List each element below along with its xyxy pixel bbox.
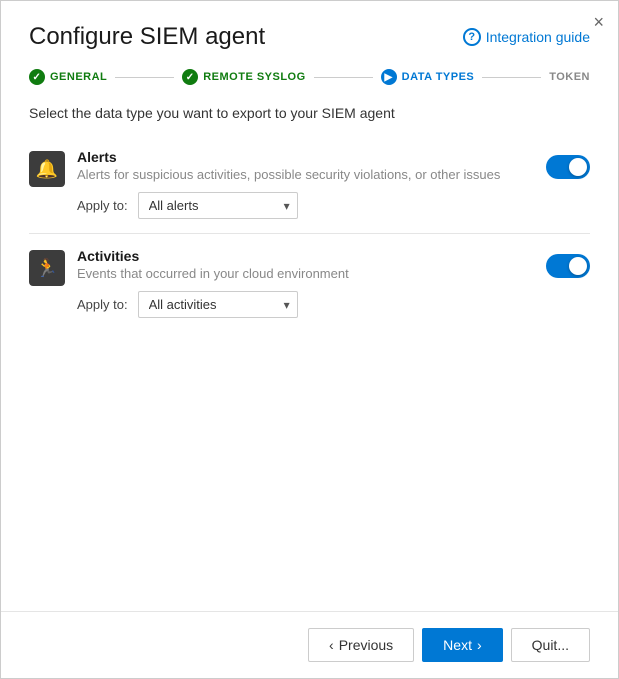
integration-guide-link[interactable]: ? Integration guide xyxy=(463,28,590,46)
step-token: TOKEN xyxy=(549,71,590,83)
alerts-apply-row: Apply to: All alerts High severity Mediu… xyxy=(77,192,534,219)
configure-siem-dialog: × Configure SIEM agent ? Integration gui… xyxy=(0,0,619,679)
step-line-1 xyxy=(115,77,174,78)
alerts-select-wrapper: All alerts High severity Medium severity… xyxy=(138,192,298,219)
next-button[interactable]: Next › xyxy=(422,628,502,662)
activities-toggle[interactable] xyxy=(546,254,590,278)
activities-name: Activities xyxy=(77,248,534,264)
step-data-types-label: DATA TYPES xyxy=(402,71,475,83)
step-general-label: GENERAL xyxy=(50,71,107,83)
stepper: ✓ GENERAL ✓ REMOTE SYSLOG ▶ DATA TYPES T… xyxy=(1,61,618,101)
previous-label: Previous xyxy=(339,637,393,653)
main-content: Select the data type you want to export … xyxy=(1,101,618,611)
dialog-header: Configure SIEM agent ? Integration guide xyxy=(1,1,618,61)
step-remote-syslog-label: REMOTE SYSLOG xyxy=(203,71,305,83)
alerts-select[interactable]: All alerts High severity Medium severity… xyxy=(138,192,298,219)
dialog-title: Configure SIEM agent xyxy=(29,23,265,51)
chevron-right-icon: › xyxy=(477,637,482,653)
previous-button[interactable]: ‹ Previous xyxy=(308,628,414,662)
step-remote-syslog: ✓ REMOTE SYSLOG xyxy=(182,69,305,85)
step-line-3 xyxy=(482,77,541,78)
quit-button[interactable]: Quit... xyxy=(511,628,590,662)
chevron-left-icon: ‹ xyxy=(329,637,334,653)
activities-apply-label: Apply to: xyxy=(77,297,128,312)
quit-label: Quit... xyxy=(532,637,569,653)
help-icon: ? xyxy=(463,28,481,46)
step-data-types-icon: ▶ xyxy=(381,69,397,85)
step-token-label: TOKEN xyxy=(549,71,590,83)
select-prompt: Select the data type you want to export … xyxy=(29,105,590,121)
activities-apply-row: Apply to: All activities Selected activi… xyxy=(77,291,534,318)
step-line-2 xyxy=(314,77,373,78)
bell-icon: 🔔 xyxy=(36,159,58,180)
alerts-name: Alerts xyxy=(77,149,534,165)
step-general-icon: ✓ xyxy=(29,69,45,85)
activities-select-wrapper: All activities Selected activities xyxy=(138,291,298,318)
alerts-description: Alerts for suspicious activities, possib… xyxy=(77,167,534,182)
integration-guide-label: Integration guide xyxy=(486,29,590,45)
alerts-apply-label: Apply to: xyxy=(77,198,128,213)
running-icon: 🏃 xyxy=(36,258,58,279)
step-remote-syslog-icon: ✓ xyxy=(182,69,198,85)
activities-item: 🏃 Activities Events that occurred in you… xyxy=(29,234,590,332)
activities-body: Activities Events that occurred in your … xyxy=(77,248,534,318)
dialog-footer: ‹ Previous Next › Quit... xyxy=(1,611,618,678)
alerts-body: Alerts Alerts for suspicious activities,… xyxy=(77,149,534,219)
alerts-toggle[interactable] xyxy=(546,155,590,179)
step-general: ✓ GENERAL xyxy=(29,69,107,85)
activities-icon-box: 🏃 xyxy=(29,250,65,286)
alerts-item: 🔔 Alerts Alerts for suspicious activitie… xyxy=(29,135,590,234)
alerts-icon-box: 🔔 xyxy=(29,151,65,187)
step-data-types: ▶ DATA TYPES xyxy=(381,69,475,85)
next-label: Next xyxy=(443,637,472,653)
activities-select[interactable]: All activities Selected activities xyxy=(138,291,298,318)
close-button[interactable]: × xyxy=(593,13,604,31)
activities-description: Events that occurred in your cloud envir… xyxy=(77,266,534,281)
